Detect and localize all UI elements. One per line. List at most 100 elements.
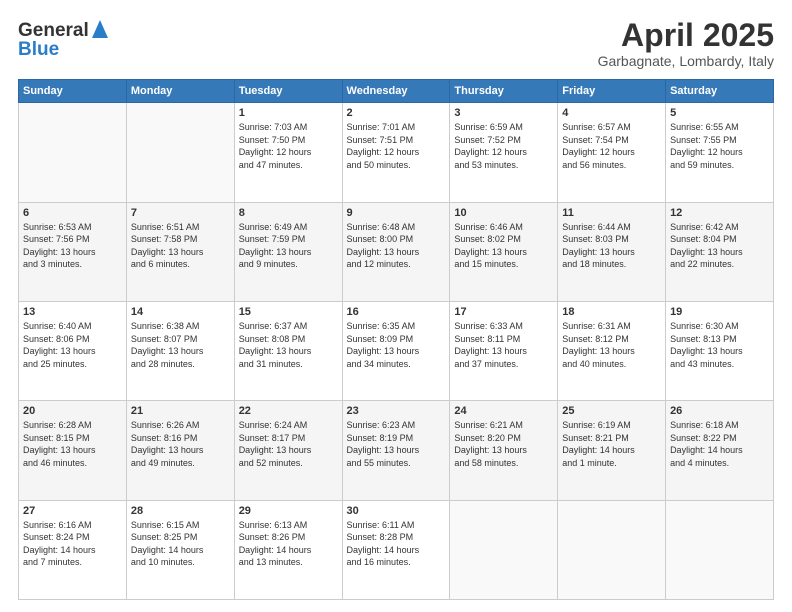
page: General Blue April 2025 Garbagnate, Lomb… [0,0,792,612]
day-number: 26 [670,405,769,417]
day-number: 29 [239,505,338,517]
table-row: 23Sunrise: 6:23 AM Sunset: 8:19 PM Dayli… [342,401,450,500]
table-row: 15 Sunrise: 6:37 AM Sunset: 8:08 PM Dayli… [234,301,342,400]
day-info: Sunrise: 6:15 AM Sunset: 8:25 PM Dayligh… [131,519,230,569]
day-number: 13 [23,306,122,318]
day-info: Sunrise: 6:19 AM Sunset: 8:21 PM Dayligh… [562,419,661,469]
day-info: Sunrise: 6:11 AM Sunset: 8:28 PM Dayligh… [347,519,446,569]
calendar-table: Sunday Monday Tuesday Wednesday Thursday… [18,79,774,600]
day-info: Sunrise: 6:31 AM Sunset: 8:12 PM Dayligh… [562,320,661,370]
table-row: 10 Sunrise: 6:46 AM Sunset: 8:02 PM Dayli… [450,202,558,301]
day-info: Sunrise: 6:46 AM Sunset: 8:02 PM Dayligh… [454,221,553,271]
day-info: Sunrise: 6:59 AM Sunset: 7:52 PM Dayligh… [454,121,553,171]
col-saturday: Saturday [666,80,774,103]
day-number: 16 [347,306,446,318]
calendar-subtitle: Garbagnate, Lombardy, Italy [598,53,774,69]
table-row: 20 Sunrise: 6:28 AM Sunset: 8:15 PM Dayli… [19,401,127,500]
day-number: 18 [562,306,661,318]
col-wednesday: Wednesday [342,80,450,103]
day-info: Sunrise: 6:37 AM Sunset: 8:08 PM Dayligh… [239,320,338,370]
table-row: 13 Sunrise: 6:40 AM Sunset: 8:06 PM Dayli… [19,301,127,400]
day-number: 12 [670,207,769,219]
table-row: 8 Sunrise: 6:49 AM Sunset: 7:59 PM Daylig… [234,202,342,301]
logo-blue: Blue [18,39,59,61]
day-info: Sunrise: 6:28 AM Sunset: 8:15 PM Dayligh… [23,419,122,469]
day-number: 5 [670,107,769,119]
day-number: 15 [239,306,338,318]
day-number: 8 [239,207,338,219]
table-row: 21 Sunrise: 6:26 AM Sunset: 8:16 PM Dayli… [126,401,234,500]
day-number: 25 [562,405,661,417]
day-number: 14 [131,306,230,318]
table-row [126,103,234,202]
calendar-week-row: 1 Sunrise: 7:03 AM Sunset: 7:50 PM Daylig… [19,103,774,202]
day-info: Sunrise: 6:26 AM Sunset: 8:16 PM Dayligh… [131,419,230,469]
day-number: 11 [562,207,661,219]
day-number: 24 [454,405,553,417]
day-info: Sunrise: 6:38 AM Sunset: 8:07 PM Dayligh… [131,320,230,370]
table-row: 29 Sunrise: 6:13 AM Sunset: 8:26 PM Dayli… [234,500,342,599]
day-number: 17 [454,306,553,318]
day-number: 23 [347,405,446,417]
table-row: 7Sunrise: 6:51 AM Sunset: 7:58 PM Daylig… [126,202,234,301]
table-row: 17 Sunrise: 6:33 AM Sunset: 8:11 PM Dayli… [450,301,558,400]
table-row: 6Sunrise: 6:53 AM Sunset: 7:56 PM Daylig… [19,202,127,301]
table-row: 11 Sunrise: 6:44 AM Sunset: 8:03 PM Dayli… [558,202,666,301]
day-number: 2 [347,107,446,119]
day-number: 28 [131,505,230,517]
day-info: Sunrise: 6:49 AM Sunset: 7:59 PM Dayligh… [239,221,338,271]
day-info: Sunrise: 7:03 AM Sunset: 7:50 PM Dayligh… [239,121,338,171]
table-row: 28 Sunrise: 6:15 AM Sunset: 8:25 PM Dayli… [126,500,234,599]
day-info: Sunrise: 6:55 AM Sunset: 7:55 PM Dayligh… [670,121,769,171]
table-row: 24 Sunrise: 6:21 AM Sunset: 8:20 PM Dayli… [450,401,558,500]
calendar-title: April 2025 [598,18,774,53]
logo-triangle-icon [92,20,108,43]
col-sunday: Sunday [19,80,127,103]
table-row: 5 Sunrise: 6:55 AM Sunset: 7:55 PM Daylig… [666,103,774,202]
table-row: 26 Sunrise: 6:18 AM Sunset: 8:22 PM Dayli… [666,401,774,500]
col-monday: Monday [126,80,234,103]
table-row: 9Sunrise: 6:48 AM Sunset: 8:00 PM Daylig… [342,202,450,301]
table-row: 19 Sunrise: 6:30 AM Sunset: 8:13 PM Dayli… [666,301,774,400]
day-number: 10 [454,207,553,219]
table-row: 25 Sunrise: 6:19 AM Sunset: 8:21 PM Dayli… [558,401,666,500]
day-info: Sunrise: 6:48 AM Sunset: 8:00 PM Dayligh… [347,221,446,271]
day-number: 30 [347,505,446,517]
calendar-week-row: 20 Sunrise: 6:28 AM Sunset: 8:15 PM Dayli… [19,401,774,500]
day-info: Sunrise: 6:40 AM Sunset: 8:06 PM Dayligh… [23,320,122,370]
calendar-header-row: Sunday Monday Tuesday Wednesday Thursday… [19,80,774,103]
table-row [450,500,558,599]
table-row: 30 Sunrise: 6:11 AM Sunset: 8:28 PM Dayli… [342,500,450,599]
day-number: 1 [239,107,338,119]
day-number: 21 [131,405,230,417]
day-info: Sunrise: 6:13 AM Sunset: 8:26 PM Dayligh… [239,519,338,569]
table-row [666,500,774,599]
table-row: 2Sunrise: 7:01 AM Sunset: 7:51 PM Daylig… [342,103,450,202]
table-row: 18 Sunrise: 6:31 AM Sunset: 8:12 PM Dayli… [558,301,666,400]
col-friday: Friday [558,80,666,103]
day-number: 7 [131,207,230,219]
col-tuesday: Tuesday [234,80,342,103]
table-row: 1 Sunrise: 7:03 AM Sunset: 7:50 PM Daylig… [234,103,342,202]
day-info: Sunrise: 6:42 AM Sunset: 8:04 PM Dayligh… [670,221,769,271]
title-area: April 2025 Garbagnate, Lombardy, Italy [598,18,774,69]
table-row: 27Sunrise: 6:16 AM Sunset: 8:24 PM Dayli… [19,500,127,599]
day-info: Sunrise: 6:16 AM Sunset: 8:24 PM Dayligh… [23,519,122,569]
calendar-week-row: 27Sunrise: 6:16 AM Sunset: 8:24 PM Dayli… [19,500,774,599]
day-info: Sunrise: 6:35 AM Sunset: 8:09 PM Dayligh… [347,320,446,370]
logo: General Blue [18,18,108,61]
table-row: 14 Sunrise: 6:38 AM Sunset: 8:07 PM Dayli… [126,301,234,400]
day-number: 3 [454,107,553,119]
day-info: Sunrise: 6:18 AM Sunset: 8:22 PM Dayligh… [670,419,769,469]
day-info: Sunrise: 6:44 AM Sunset: 8:03 PM Dayligh… [562,221,661,271]
day-info: Sunrise: 6:24 AM Sunset: 8:17 PM Dayligh… [239,419,338,469]
calendar-week-row: 13 Sunrise: 6:40 AM Sunset: 8:06 PM Dayli… [19,301,774,400]
day-number: 20 [23,405,122,417]
day-info: Sunrise: 6:33 AM Sunset: 8:11 PM Dayligh… [454,320,553,370]
day-number: 6 [23,207,122,219]
day-number: 19 [670,306,769,318]
table-row: 22 Sunrise: 6:24 AM Sunset: 8:17 PM Dayli… [234,401,342,500]
day-info: Sunrise: 6:30 AM Sunset: 8:13 PM Dayligh… [670,320,769,370]
day-info: Sunrise: 6:21 AM Sunset: 8:20 PM Dayligh… [454,419,553,469]
day-number: 22 [239,405,338,417]
